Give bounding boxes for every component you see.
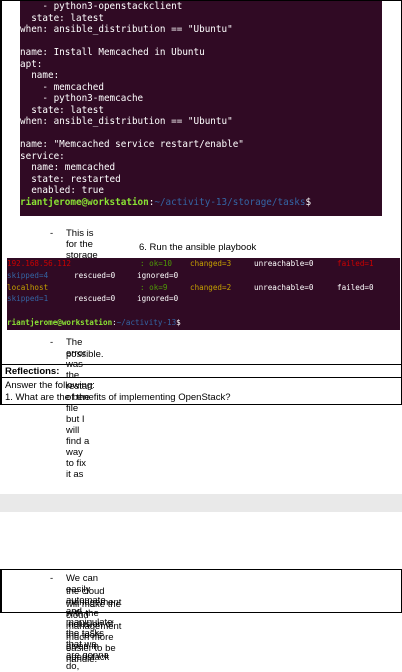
terminal-line: enabled: true xyxy=(20,185,382,197)
terminal-text: name: xyxy=(20,70,60,81)
terminal-recap-row: 192.168.56.112 : ok=10 changed=3 unreachabl… xyxy=(7,258,400,270)
terminal-line: name: memcached xyxy=(20,162,382,174)
terminal-recap-cell: ignored=0 xyxy=(137,294,179,304)
terminal-recap-cell: changed=3 xyxy=(190,259,232,268)
terminal-recap-cell: 192.168.56.112 xyxy=(7,259,72,268)
terminal-recap-row xyxy=(7,305,400,317)
terminal-line: state: restarted xyxy=(20,174,382,186)
error-note-line2: possible. xyxy=(66,349,104,360)
document-table-page2 xyxy=(0,569,402,613)
terminal-recap-row: skipped=4 rescued=0 ignored=0 xyxy=(7,270,400,282)
terminal-text: ~/activity-13/storage/tasks xyxy=(154,196,306,208)
bullet-dash: - xyxy=(50,228,54,239)
terminal-text: when: ansible_distribution == "Ubuntu" xyxy=(20,24,233,35)
terminal-text: enabled: true xyxy=(20,185,104,196)
terminal-recap-cell: ~/activity-13 xyxy=(116,317,177,327)
terminal-recap-cell: failed=1 xyxy=(337,259,374,268)
terminal-text: riantjerome@workstation xyxy=(20,196,149,208)
terminal-output-lines: - python3-openstackclient state: latest w… xyxy=(20,1,382,208)
terminal-line: when: ansible_distribution == "Ubuntu" xyxy=(20,24,382,36)
table-row-divider xyxy=(0,377,402,378)
terminal-line: name: Install Memcached in Ubuntu xyxy=(20,47,382,59)
terminal-text: name: Install Memcached in Ubuntu xyxy=(20,47,205,58)
terminal-text: name: "Memcached service restart/enable" xyxy=(20,139,244,150)
terminal-recap-cell: skipped=4 xyxy=(7,270,49,280)
terminal-recap-cell: riantjerome@workstation xyxy=(7,317,113,327)
answer-line3: will make the cloud management much more… xyxy=(66,599,122,665)
terminal-recap-cell: changed=2 xyxy=(190,282,232,292)
terminal-recap-cell: : ok=10 xyxy=(140,259,173,268)
terminal-text: when: ansible_distribution == "Ubuntu" xyxy=(20,116,233,127)
terminal-line: when: ansible_distribution == "Ubuntu" xyxy=(20,116,382,128)
terminal-text: state: restarted xyxy=(20,173,121,185)
terminal-recap-cell: localhost xyxy=(7,282,49,292)
terminal-line: state: latest xyxy=(20,105,382,117)
terminal-recap-cell: failed=0 xyxy=(337,282,374,292)
terminal-line: - python3-memcache xyxy=(20,93,382,105)
terminal-line: name: xyxy=(20,70,382,82)
terminal-screenshot-playbook-recap: 192.168.56.112 : ok=10 changed=3 unreachabl… xyxy=(7,258,400,330)
bullet-dash: - xyxy=(50,573,54,584)
terminal-recap-cell: : ok=9 xyxy=(140,282,168,292)
terminal-recap-cell: rescued=0 xyxy=(74,294,116,304)
terminal-recap-cell: unreachable=0 xyxy=(254,282,314,292)
terminal-line: - python3-openstackclient xyxy=(20,1,382,13)
terminal-recap-cell: skipped=1 xyxy=(7,294,49,304)
terminal-text: apt: xyxy=(20,58,43,70)
page-break-gap xyxy=(0,494,402,512)
terminal-line: service: xyxy=(20,151,382,163)
answer-prompt: Answer the following: xyxy=(5,380,95,391)
terminal-text: $ xyxy=(305,196,312,208)
terminal-recap-row: skipped=1 rescued=0 ignored=0 xyxy=(7,293,400,305)
terminal-line: apt: xyxy=(20,59,382,71)
terminal-recap-row: localhost : ok=9 changed=2 unreachable=0 fai… xyxy=(7,282,400,294)
reflections-heading: Reflections: xyxy=(5,366,60,377)
terminal-text: - memcached xyxy=(20,81,104,93)
terminal-line: state: latest xyxy=(20,13,382,25)
terminal-recap-cell: unreachable=0 xyxy=(254,259,314,268)
terminal-line: name: "Memcached service restart/enable" xyxy=(20,139,382,151)
step-heading: 6. Run the ansible playbook xyxy=(139,242,256,253)
terminal-text: name: memcached xyxy=(20,162,116,173)
terminal-text: - python3-memcache xyxy=(20,93,144,104)
terminal-recap-row: riantjerome@workstation:~/activity-13$ xyxy=(7,317,400,329)
terminal-recap-cell: rescued=0 xyxy=(74,270,116,280)
terminal-recap-rows: 192.168.56.112 : ok=10 changed=3 unreachabl… xyxy=(7,258,400,329)
terminal-recap-cell: $ xyxy=(176,317,181,327)
terminal-line: - memcached xyxy=(20,82,382,94)
question-1: 1. What are the benefits of implementing… xyxy=(5,392,231,403)
terminal-screenshot-storage-role: - python3-openstackclient state: latest w… xyxy=(20,1,382,216)
terminal-recap-cell: ignored=0 xyxy=(137,270,179,280)
step-run-playbook: 6. Run the ansible playbook xyxy=(139,242,257,253)
terminal-text: state: latest xyxy=(20,104,104,116)
terminal-line: riantjerome@workstation:~/activity-13/st… xyxy=(20,197,382,209)
terminal-text: - python3-openstackclient xyxy=(20,1,183,12)
table-row-divider xyxy=(0,364,402,365)
bullet-dash: - xyxy=(50,337,54,348)
terminal-text: state: latest xyxy=(20,12,104,24)
terminal-text: service: xyxy=(20,150,65,162)
